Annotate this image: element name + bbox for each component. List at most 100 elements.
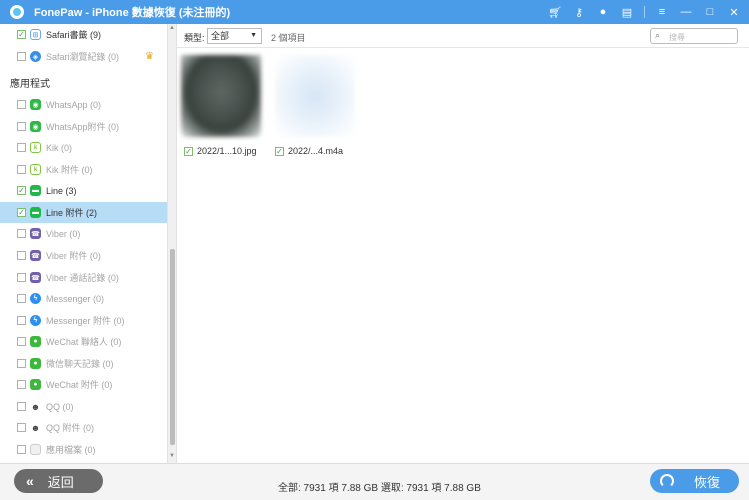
type-dropdown[interactable]: 全部 ▼ — [207, 28, 262, 44]
back-button[interactable]: « 返回 — [14, 469, 103, 493]
recover-button[interactable]: 恢復 — [650, 469, 739, 493]
file-thumbnail-audio[interactable] — [275, 55, 355, 137]
wechat-icon: ● — [30, 358, 41, 369]
messenger-icon: ϟ — [30, 293, 41, 304]
window-title: FonePaw - iPhone 數據恢復 (未注冊的) — [34, 7, 231, 19]
sidebar-item-label: QQ (0) — [46, 401, 74, 412]
sidebar-item-wechat-contacts[interactable]: ● WeChat 聯絡人 (0) — [0, 331, 167, 352]
checkbox[interactable] — [17, 294, 26, 303]
viber-icon: ☎ — [30, 250, 41, 261]
toolbar: 類型: 全部 ▼ 2 個項目 ⌕ 搜尋 — [177, 24, 749, 48]
checkbox[interactable] — [17, 359, 26, 368]
divider — [644, 6, 645, 18]
sidebar-item-label: WhatsApp (0) — [46, 99, 102, 110]
checkbox[interactable] — [17, 165, 26, 174]
checkbox[interactable]: ✓ — [17, 30, 26, 39]
search-input[interactable]: ⌕ 搜尋 — [650, 28, 738, 44]
sidebar: ✓ ⊞ Safari書籤 (9) ◈ Safari瀏覽紀錄 (0) ♛ 應用程式… — [0, 24, 167, 463]
chevron-down-icon: ▼ — [250, 32, 257, 39]
sidebar-item-kik[interactable]: k Kik (0) — [0, 137, 167, 158]
double-chevron-left-icon: « — [26, 473, 34, 489]
file-caption[interactable]: ✓ 2022/...4.m4a — [275, 146, 343, 157]
recover-icon — [660, 474, 674, 488]
whatsapp-icon: ◉ — [30, 121, 41, 132]
sidebar-item-viber-calls[interactable]: ☎ Viber 通話記錄 (0) — [0, 267, 167, 288]
sidebar-item-wechat-chats[interactable]: ● 微信聊天記錄 (0) — [0, 353, 167, 374]
whatsapp-icon: ◉ — [30, 99, 41, 110]
file-caption[interactable]: ✓ 2022/1...10.jpg — [184, 146, 257, 157]
maximize-icon[interactable]: □ — [703, 5, 717, 19]
feedback-icon[interactable]: ▤ — [620, 5, 634, 19]
checkbox[interactable] — [17, 122, 26, 131]
sidebar-item-line-attachments[interactable]: ✓ ▬ Line 附件 (2) — [0, 202, 167, 223]
file-thumbnail-image[interactable] — [181, 55, 261, 137]
checkbox[interactable] — [17, 100, 26, 109]
sidebar-item-qq-attachments[interactable]: ☻ QQ 附件 (0) — [0, 417, 167, 438]
menu-icon[interactable]: ≡ — [655, 5, 669, 19]
sidebar-item-viber[interactable]: ☎ Viber (0) — [0, 223, 167, 244]
checkbox[interactable]: ✓ — [17, 186, 26, 195]
checkbox[interactable]: ✓ — [17, 208, 26, 217]
sidebar-item-safari-bookmarks[interactable]: ✓ ⊞ Safari書籤 (9) — [0, 24, 167, 45]
sidebar-item-safari-history[interactable]: ◈ Safari瀏覽紀錄 (0) ♛ — [0, 46, 167, 67]
checkbox[interactable] — [17, 380, 26, 389]
sidebar-item-label: 微信聊天記錄 (0) — [46, 359, 114, 369]
checkbox[interactable] — [17, 445, 26, 454]
checkbox[interactable] — [17, 143, 26, 152]
safari-icon: ◈ — [30, 51, 41, 62]
checkbox[interactable] — [17, 316, 26, 325]
sidebar-item-messenger-attachments[interactable]: ϟ Messenger 附件 (0) — [0, 310, 167, 331]
checkbox[interactable] — [17, 251, 26, 260]
scroll-up-icon[interactable]: ▲ — [169, 25, 175, 31]
minimize-icon[interactable]: — — [679, 5, 693, 19]
footer-bar: « 返回 全部: 7931 項 7.88 GB 選取: 7931 項 7.88 … — [0, 463, 749, 500]
viber-icon: ☎ — [30, 272, 41, 283]
section-heading-apps: 應用程式 — [10, 79, 50, 90]
wechat-icon: ● — [30, 336, 41, 347]
scroll-down-icon[interactable]: ▼ — [169, 453, 175, 459]
sidebar-item-qq[interactable]: ☻ QQ (0) — [0, 396, 167, 417]
file-name: 2022/1...10.jpg — [197, 146, 257, 156]
selection-summary: 全部: 7931 項 7.88 GB 選取: 7931 項 7.88 GB — [278, 483, 481, 494]
sidebar-item-label: Safari瀏覽紀錄 (0) — [46, 52, 120, 62]
sidebar-item-kik-attachments[interactable]: k Kik 附件 (0) — [0, 159, 167, 180]
checkbox[interactable] — [17, 229, 26, 238]
crown-icon: ♛ — [145, 51, 154, 62]
type-label: 類型: — [184, 33, 205, 43]
sidebar-item-app-files[interactable]: 應用檔案 (0) — [0, 439, 167, 460]
sidebar-item-whatsapp[interactable]: ◉ WhatsApp (0) — [0, 94, 167, 115]
sidebar-item-label: Viber 附件 (0) — [46, 251, 101, 261]
cart-icon[interactable]: 🛒︎ — [548, 5, 562, 19]
sidebar-item-label: WeChat 附件 (0) — [46, 380, 113, 390]
checkbox[interactable] — [17, 402, 26, 411]
type-dropdown-value: 全部 — [211, 31, 230, 41]
sidebar-item-wechat-attachments[interactable]: ● WeChat 附件 (0) — [0, 374, 167, 395]
checkbox[interactable] — [17, 52, 26, 61]
chat-icon[interactable]: ● — [596, 5, 610, 19]
sidebar-item-label: WeChat 聯絡人 (0) — [46, 337, 122, 347]
viber-icon: ☎ — [30, 228, 41, 239]
app-logo-icon — [10, 5, 24, 19]
checkbox[interactable]: ✓ — [184, 147, 193, 157]
checkbox[interactable] — [17, 423, 26, 432]
checkbox[interactable]: ✓ — [275, 147, 284, 157]
key-icon[interactable]: ⚷ — [572, 5, 586, 19]
sidebar-item-whatsapp-attachments[interactable]: ◉ WhatsApp附件 (0) — [0, 116, 167, 137]
wechat-icon: ● — [30, 379, 41, 390]
sidebar-item-label: WhatsApp附件 (0) — [46, 122, 120, 132]
sidebar-item-label: Viber 通話記錄 (0) — [46, 273, 119, 283]
sidebar-item-line[interactable]: ✓ ▬ Line (3) — [0, 180, 167, 201]
scrollbar-thumb[interactable] — [170, 249, 175, 445]
sidebar-item-messenger[interactable]: ϟ Messenger (0) — [0, 288, 167, 309]
sidebar-scrollbar[interactable]: ▲ ▼ — [167, 24, 177, 463]
messenger-icon: ϟ — [30, 315, 41, 326]
close-icon[interactable]: ✕ — [727, 5, 741, 19]
qq-icon: ☻ — [30, 422, 41, 433]
title-bar: FonePaw - iPhone 數據恢復 (未注冊的) 🛒︎ ⚷ ● ▤ ≡ … — [0, 0, 749, 24]
bookmark-icon: ⊞ — [30, 29, 41, 40]
sidebar-item-label: Line (3) — [46, 185, 77, 196]
checkbox[interactable] — [17, 273, 26, 282]
sidebar-item-viber-attachments[interactable]: ☎ Viber 附件 (0) — [0, 245, 167, 266]
checkbox[interactable] — [17, 337, 26, 346]
sidebar-item-label: Messenger 附件 (0) — [46, 316, 125, 326]
